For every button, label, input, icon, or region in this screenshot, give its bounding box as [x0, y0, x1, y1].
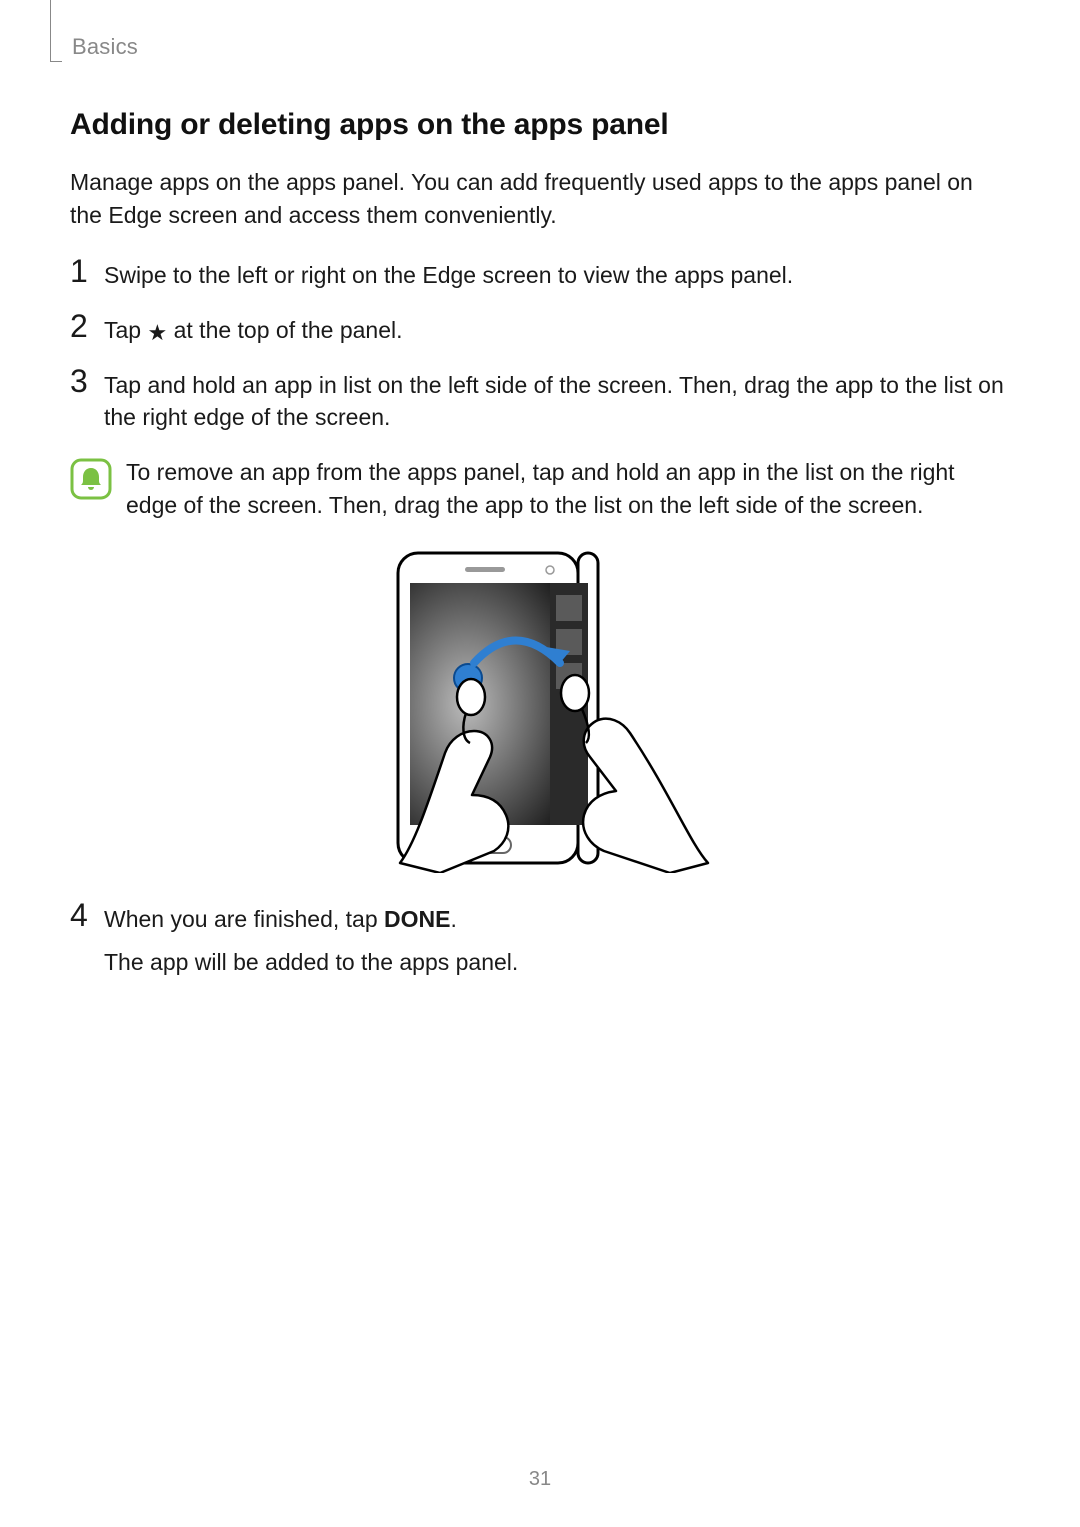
- step-1: 1 Swipe to the left or right on the Edge…: [70, 259, 1010, 292]
- page-number: 31: [0, 1468, 1080, 1491]
- step-4-pre: When you are finished, tap: [104, 906, 384, 932]
- step-2: 2 Tap ★ at the top of the panel.: [70, 314, 1010, 347]
- page-title: Adding or deleting apps on the apps pane…: [70, 108, 1010, 142]
- step-number: 4: [70, 899, 104, 931]
- step-2-pre: Tap: [104, 317, 147, 343]
- step-number: 3: [70, 365, 104, 397]
- step-4-post: .: [450, 906, 456, 932]
- drag-app-illustration: [370, 543, 710, 873]
- note-callout: To remove an app from the apps panel, ta…: [70, 456, 1010, 521]
- illustration-figure: [70, 543, 1010, 873]
- step-text: Swipe to the left or right on the Edge s…: [104, 259, 1010, 292]
- step-4: 4 When you are finished, tap DONE. The a…: [70, 903, 1010, 978]
- star-icon: ★: [147, 322, 167, 344]
- step-text: When you are finished, tap DONE. The app…: [104, 903, 1010, 978]
- step-3: 3 Tap and hold an app in list on the lef…: [70, 369, 1010, 434]
- bell-note-icon: [70, 458, 112, 505]
- steps-list: 1 Swipe to the left or right on the Edge…: [70, 259, 1010, 434]
- step-number: 1: [70, 255, 104, 287]
- main-content: Adding or deleting apps on the apps pane…: [70, 108, 1010, 979]
- section-header: Basics: [72, 34, 138, 60]
- note-text: To remove an app from the apps panel, ta…: [126, 456, 1010, 521]
- intro-paragraph: Manage apps on the apps panel. You can a…: [70, 166, 1010, 231]
- step-4-subtext: The app will be added to the apps panel.: [104, 946, 1010, 979]
- header-corner-rule: [50, 0, 62, 62]
- step-number: 2: [70, 310, 104, 342]
- step-text: Tap ★ at the top of the panel.: [104, 314, 1010, 347]
- done-label: DONE: [384, 906, 450, 932]
- step-text: Tap and hold an app in list on the left …: [104, 369, 1010, 434]
- steps-list-continued: 4 When you are finished, tap DONE. The a…: [70, 903, 1010, 978]
- step-2-post: at the top of the panel.: [167, 317, 402, 343]
